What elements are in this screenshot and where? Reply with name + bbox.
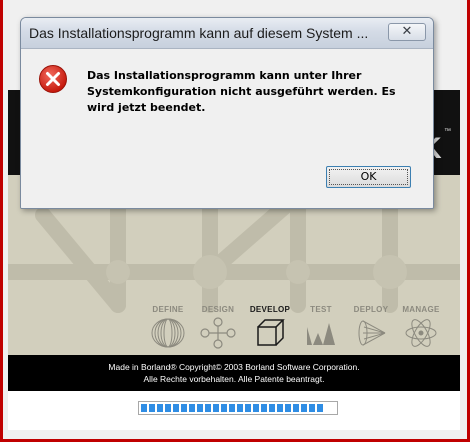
close-icon: ✕ [401, 24, 413, 39]
copyright-line: Made in Borland® Copyright© 2003 Borland… [108, 362, 360, 372]
dialog-titlebar[interactable]: Das Installationsprogramm kann auf diese… [21, 18, 433, 49]
installer-progress-bar [138, 401, 338, 415]
stage-manage: MANAGE [391, 305, 451, 349]
ok-button-label: OK [360, 170, 377, 183]
develop-cube-icon [257, 319, 285, 346]
ok-button[interactable]: OK [326, 166, 411, 188]
manage-atom-icon [405, 319, 437, 347]
frame-border-left [0, 0, 3, 442]
error-icon [39, 65, 67, 93]
installer-copyright-footer: Made in Borland® Copyright© 2003 Borland… [8, 355, 460, 391]
error-dialog: Das Installationsprogramm kann auf diese… [20, 17, 434, 209]
stage-label: MANAGE [402, 305, 440, 314]
progress-area [8, 391, 460, 430]
design-nodes-icon [200, 317, 236, 349]
progress-fill [141, 404, 323, 412]
stage-design: DESIGN [188, 305, 248, 349]
dialog-body: Das Installationsprogramm kann unter Ihr… [21, 49, 433, 208]
lifecycle-stages: DEFINE DESIGN DEVELOP TEST DEPLOY MANAGE [8, 305, 460, 355]
dialog-title: Das Installationsprogramm kann auf diese… [29, 25, 369, 41]
deploy-cone-icon [358, 320, 386, 346]
define-rings-icon [151, 318, 185, 348]
header-trademark: ™ [444, 128, 451, 135]
stage-label: DESIGN [201, 305, 235, 314]
test-wave-icon [307, 323, 335, 345]
rights-line: Alle Rechte vorbehalten. Alle Patente be… [143, 374, 325, 384]
close-button[interactable]: ✕ [388, 23, 426, 41]
error-message: Das Installationsprogramm kann unter Ihr… [87, 69, 396, 114]
